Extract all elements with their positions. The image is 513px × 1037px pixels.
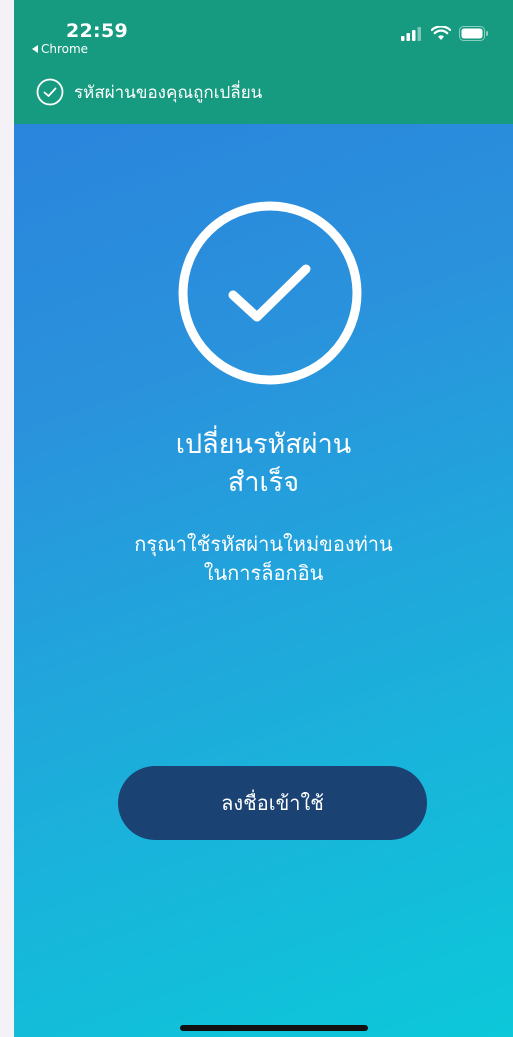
success-message: กรุณาใช้รหัสผ่านใหม่ของท่าน ในการล็อกอิน	[14, 530, 513, 588]
battery-icon	[459, 26, 488, 41]
login-button[interactable]: ลงชื่อเข้าใช้	[118, 766, 427, 840]
success-message-line2: ในการล็อกอิน	[203, 561, 324, 585]
password-changed-banner: รหัสผ่านของคุณถูกเปลี่ยน	[36, 78, 262, 106]
back-to-app-link[interactable]: Chrome	[32, 42, 88, 56]
app-screen: 22:59 Chrome รหัสผ่านของคุณถูกเปลี่ยน เป…	[14, 0, 513, 1037]
header: 22:59 Chrome รหัสผ่านของคุณถูกเปลี่ยน	[14, 0, 513, 124]
check-circle-icon	[36, 78, 64, 106]
home-indicator	[180, 1025, 368, 1031]
status-icons	[401, 26, 489, 41]
success-title-line2: สำเร็จ	[227, 467, 300, 498]
signal-icon	[401, 26, 421, 41]
success-message-line1: กรุณาใช้รหัสผ่านใหม่ของท่าน	[134, 532, 393, 556]
banner-text: รหัสผ่านของคุณถูกเปลี่ยน	[74, 82, 263, 103]
large-check-circle-icon	[178, 201, 362, 385]
success-title-line1: เปลี่ยนรหัสผ่าน	[175, 429, 352, 460]
status-time: 22:59	[66, 20, 128, 42]
success-title: เปลี่ยนรหัสผ่าน สำเร็จ	[14, 426, 513, 502]
wifi-icon	[431, 26, 451, 40]
back-arrow-icon	[32, 45, 38, 53]
back-app-label: Chrome	[41, 42, 89, 56]
